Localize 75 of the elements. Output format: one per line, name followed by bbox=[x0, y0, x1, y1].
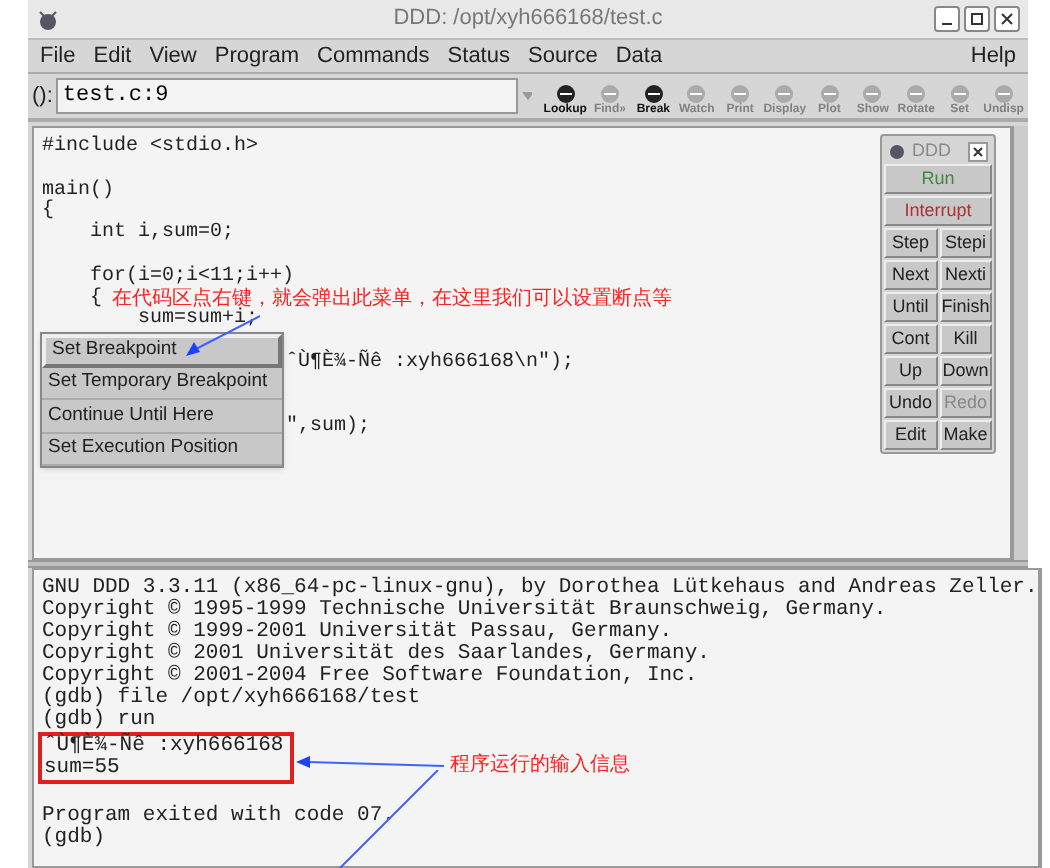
menu-item[interactable]: Program bbox=[214, 39, 300, 73]
menu-item[interactable]: Continue Until Here bbox=[42, 400, 282, 433]
menu-item[interactable]: Status bbox=[447, 39, 510, 73]
command-button[interactable]: Up bbox=[884, 356, 937, 386]
console-line: ˆÙ¶È¾-Ñê :xyh666168 bbox=[44, 736, 286, 758]
menu-item[interactable]: Set Temporary Breakpoint bbox=[42, 367, 282, 400]
toolbar-icon bbox=[947, 82, 972, 104]
toolbar-icon bbox=[728, 82, 753, 104]
command-button[interactable]: Until bbox=[884, 292, 937, 322]
code-line: #include <stdio.h> bbox=[42, 138, 259, 160]
toolbar-icon bbox=[597, 82, 622, 104]
console-line: (gdb) bbox=[42, 828, 108, 850]
code-line: int i,sum=0; bbox=[88, 224, 235, 246]
command-button[interactable]: Make bbox=[939, 420, 992, 450]
console-line: Copyright © 1995-1999 Technische Universität Braunschweig, Germany. bbox=[42, 600, 889, 622]
command-button[interactable]: Down bbox=[939, 356, 992, 386]
close-button[interactable] bbox=[968, 141, 988, 161]
menu-item[interactable]: Data bbox=[615, 39, 663, 73]
code-line: { bbox=[88, 289, 103, 311]
command-button[interactable]: Edit bbox=[884, 420, 937, 450]
code-line: { bbox=[42, 202, 55, 225]
toolbar-icon bbox=[684, 82, 709, 104]
bug-icon bbox=[36, 7, 60, 31]
toolbar-icon bbox=[553, 82, 578, 104]
close-icon bbox=[1000, 12, 1014, 26]
close-button[interactable] bbox=[994, 6, 1020, 32]
code-line: ",sum); bbox=[284, 418, 371, 441]
menu-item[interactable]: View bbox=[149, 39, 197, 73]
console-line: (gdb) file /opt/xyh666168/test bbox=[42, 688, 423, 710]
toolbar-icon bbox=[772, 82, 797, 104]
console-line: Program exited with code 07. bbox=[42, 806, 397, 828]
maximize-icon bbox=[970, 12, 984, 26]
annotation-text: 程序运行的输入信息 bbox=[450, 754, 630, 776]
toolbar-icon bbox=[860, 82, 885, 104]
bug-icon bbox=[888, 142, 906, 160]
console-line: Copyright © 1999-2001 Universität Passau, Germany. bbox=[42, 622, 675, 644]
code-line: for(i=0;i<11;i++) bbox=[88, 267, 295, 288]
command-button[interactable]: Stepi bbox=[939, 228, 992, 258]
console-line: GNU DDD 3.3.11 (x86_64-pc-linux-gnu), by Dorothea Lütkehaus and Andreas Zeller. bbox=[42, 578, 1038, 600]
toolbar-icon bbox=[817, 82, 842, 104]
console-line: (gdb) run bbox=[42, 710, 158, 732]
menu-item[interactable]: Source bbox=[527, 39, 598, 73]
argument-field[interactable]: test.c:9 bbox=[56, 78, 517, 114]
scrollbar[interactable] bbox=[1039, 568, 1042, 868]
toolbar-icon bbox=[641, 82, 666, 104]
annotation-text: 在代码区点右键，就会弹出此菜单，在这里我们可以设置断点等 bbox=[112, 290, 672, 310]
menu-item[interactable]: Set Breakpoint bbox=[42, 334, 282, 367]
command-button[interactable]: Cont bbox=[884, 324, 937, 354]
menu-item[interactable]: Commands bbox=[317, 39, 430, 73]
maximize-button[interactable] bbox=[964, 6, 990, 32]
command-button[interactable]: Nexti bbox=[939, 260, 992, 290]
menu-item[interactable]: Set Execution Position bbox=[42, 433, 282, 466]
menu-item[interactable]: File bbox=[40, 39, 76, 73]
toolbar-icon bbox=[991, 82, 1016, 104]
command-button[interactable]: Step bbox=[884, 228, 937, 258]
command-button[interactable]: Kill bbox=[939, 324, 992, 354]
menu-item[interactable]: Edit bbox=[93, 39, 132, 73]
console-line: Copyright © 2001 Universität des Saarlandes, Germany. bbox=[42, 644, 712, 666]
console-line: sum=55 bbox=[44, 758, 122, 780]
command-button[interactable]: Undo bbox=[884, 388, 937, 418]
console-line: Copyright © 2001-2004 Free Software Foundation, Inc. bbox=[42, 666, 700, 688]
close-icon bbox=[972, 145, 984, 157]
code-line: main() bbox=[42, 181, 115, 202]
minimize-button[interactable] bbox=[934, 6, 960, 32]
code-line: sum=sum+i; bbox=[136, 310, 259, 333]
window-title: DDD: /opt/xyh666168/test.c bbox=[393, 4, 663, 35]
command-button[interactable]: Next bbox=[884, 260, 937, 290]
command-button[interactable]: Finish bbox=[939, 292, 992, 322]
command-button[interactable]: Interrupt bbox=[884, 196, 992, 226]
toolbar-icon bbox=[904, 82, 929, 104]
argument-label: (): bbox=[32, 81, 53, 112]
code-line: ˆÙ¶È¾-Ñê :xyh666168\n"); bbox=[284, 353, 575, 376]
panel-title: DDD bbox=[912, 137, 951, 164]
menu-item[interactable]: Help bbox=[970, 39, 1016, 73]
scrollbar[interactable] bbox=[1012, 126, 1028, 560]
